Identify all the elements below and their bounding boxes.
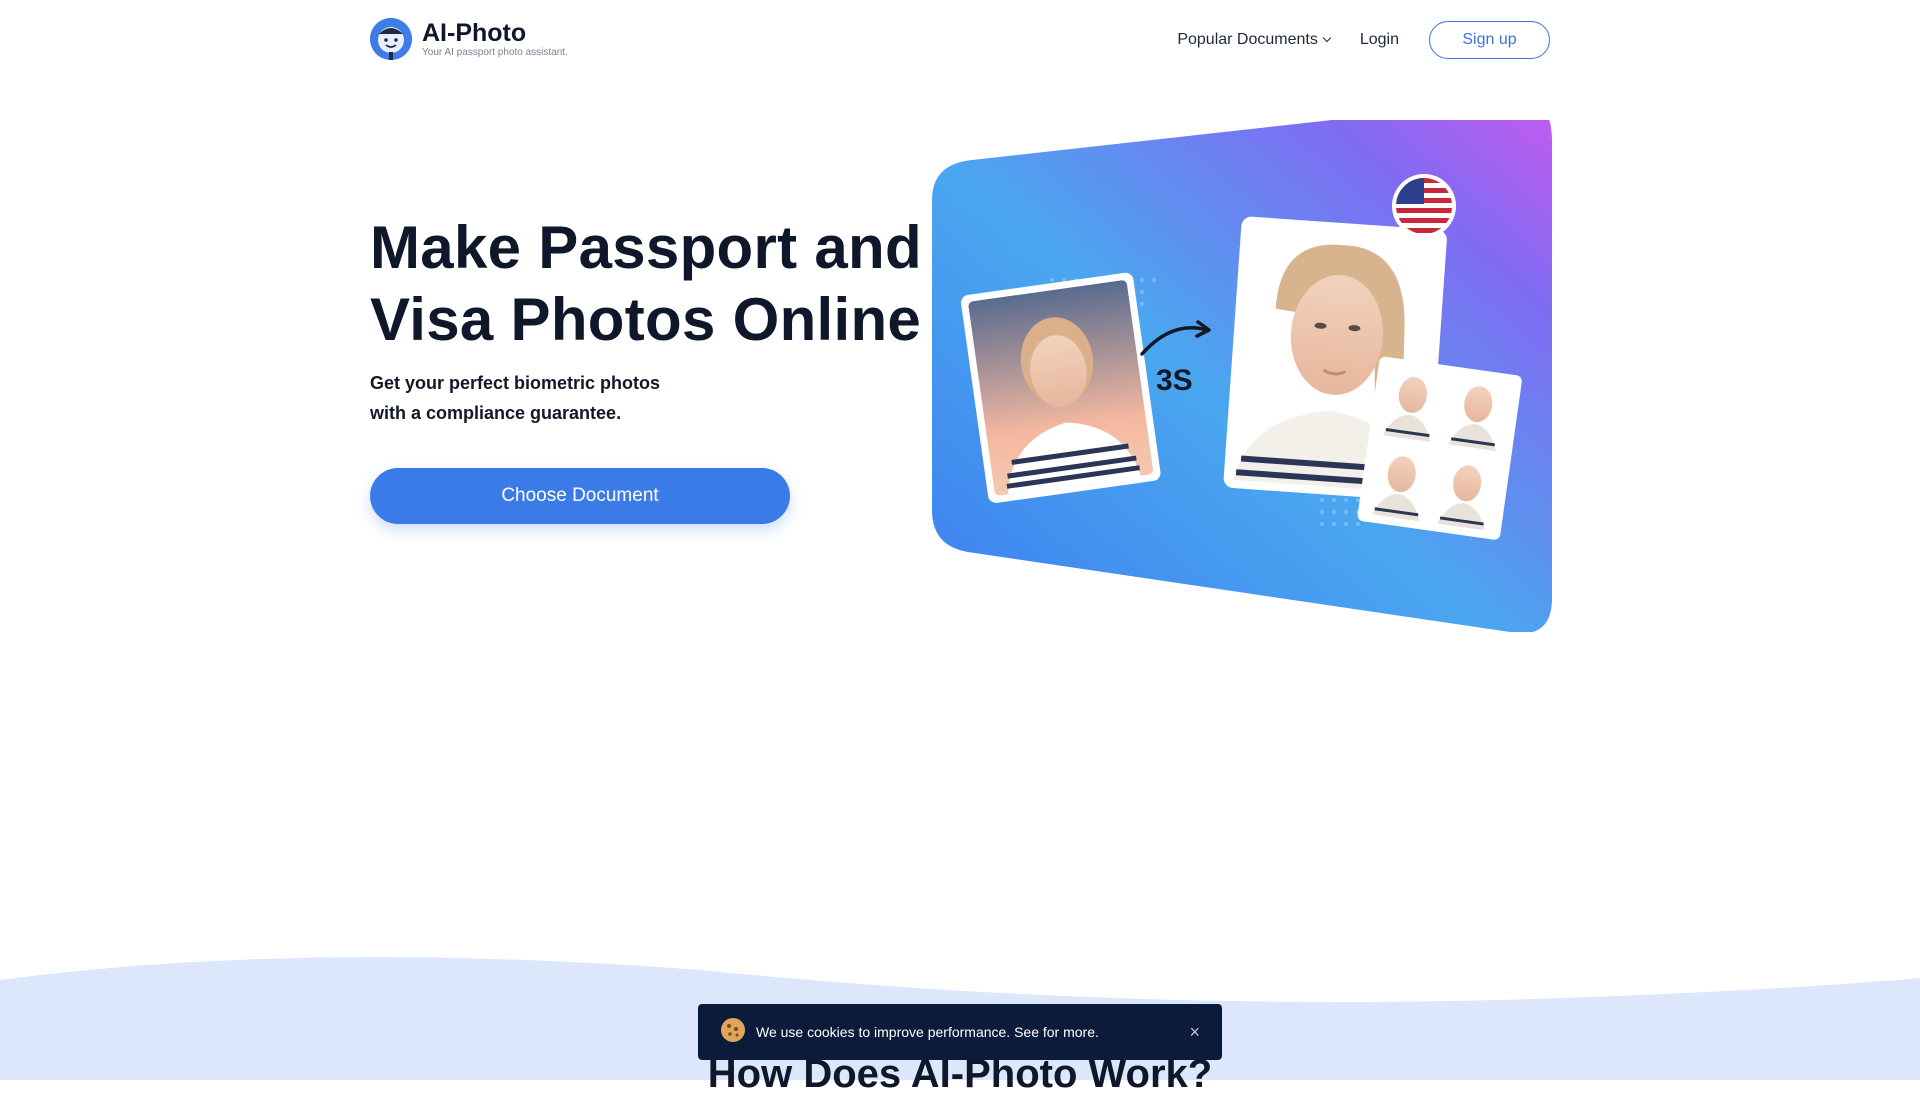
choose-document-button[interactable]: Choose Document: [370, 468, 790, 524]
photo-sheet: [1357, 356, 1522, 540]
nav-popular-documents[interactable]: Popular Documents: [1177, 31, 1332, 49]
logo-icon: [370, 18, 412, 60]
logo[interactable]: AI-Photo Your AI passport photo assistan…: [370, 18, 568, 60]
hero-illustration: 3S: [932, 99, 1552, 634]
us-flag-icon: [1392, 174, 1456, 238]
nav-login[interactable]: Login: [1360, 31, 1399, 49]
cookie-banner: We use cookies to improve performance. S…: [698, 1004, 1222, 1060]
hero-title-line-1: Make Passport and: [370, 214, 922, 281]
logo-tagline: Your AI passport photo assistant.: [422, 46, 568, 58]
nav-popular-documents-label: Popular Documents: [1177, 31, 1318, 48]
close-icon[interactable]: ×: [1189, 1022, 1200, 1043]
logo-text: AI-Photo Your AI passport photo assistan…: [422, 20, 568, 59]
timer-text: 3S: [1156, 364, 1193, 397]
cookie-icon: [720, 1017, 746, 1048]
cookie-text: We use cookies to improve performance. S…: [756, 1024, 1099, 1040]
chevron-down-icon: [1322, 33, 1332, 43]
hero-subtitle-line-1: Get your perfect biometric photos: [370, 373, 661, 393]
hero-title: Make Passport and Visa Photos Online: [370, 212, 930, 356]
hero-subtitle-line-2: with a compliance guarantee.: [370, 403, 622, 423]
site-header: AI-Photo Your AI passport photo assistan…: [370, 18, 1550, 62]
hero-subtitle: Get your perfect biometric photos with a…: [370, 368, 730, 428]
main-nav: Popular Documents Login Sign up: [1177, 21, 1550, 59]
signup-button[interactable]: Sign up: [1429, 21, 1550, 59]
logo-name: AI-Photo: [422, 18, 527, 47]
before-photo: [961, 272, 1161, 503]
hero-title-line-2: Visa Photos Online: [370, 286, 922, 353]
